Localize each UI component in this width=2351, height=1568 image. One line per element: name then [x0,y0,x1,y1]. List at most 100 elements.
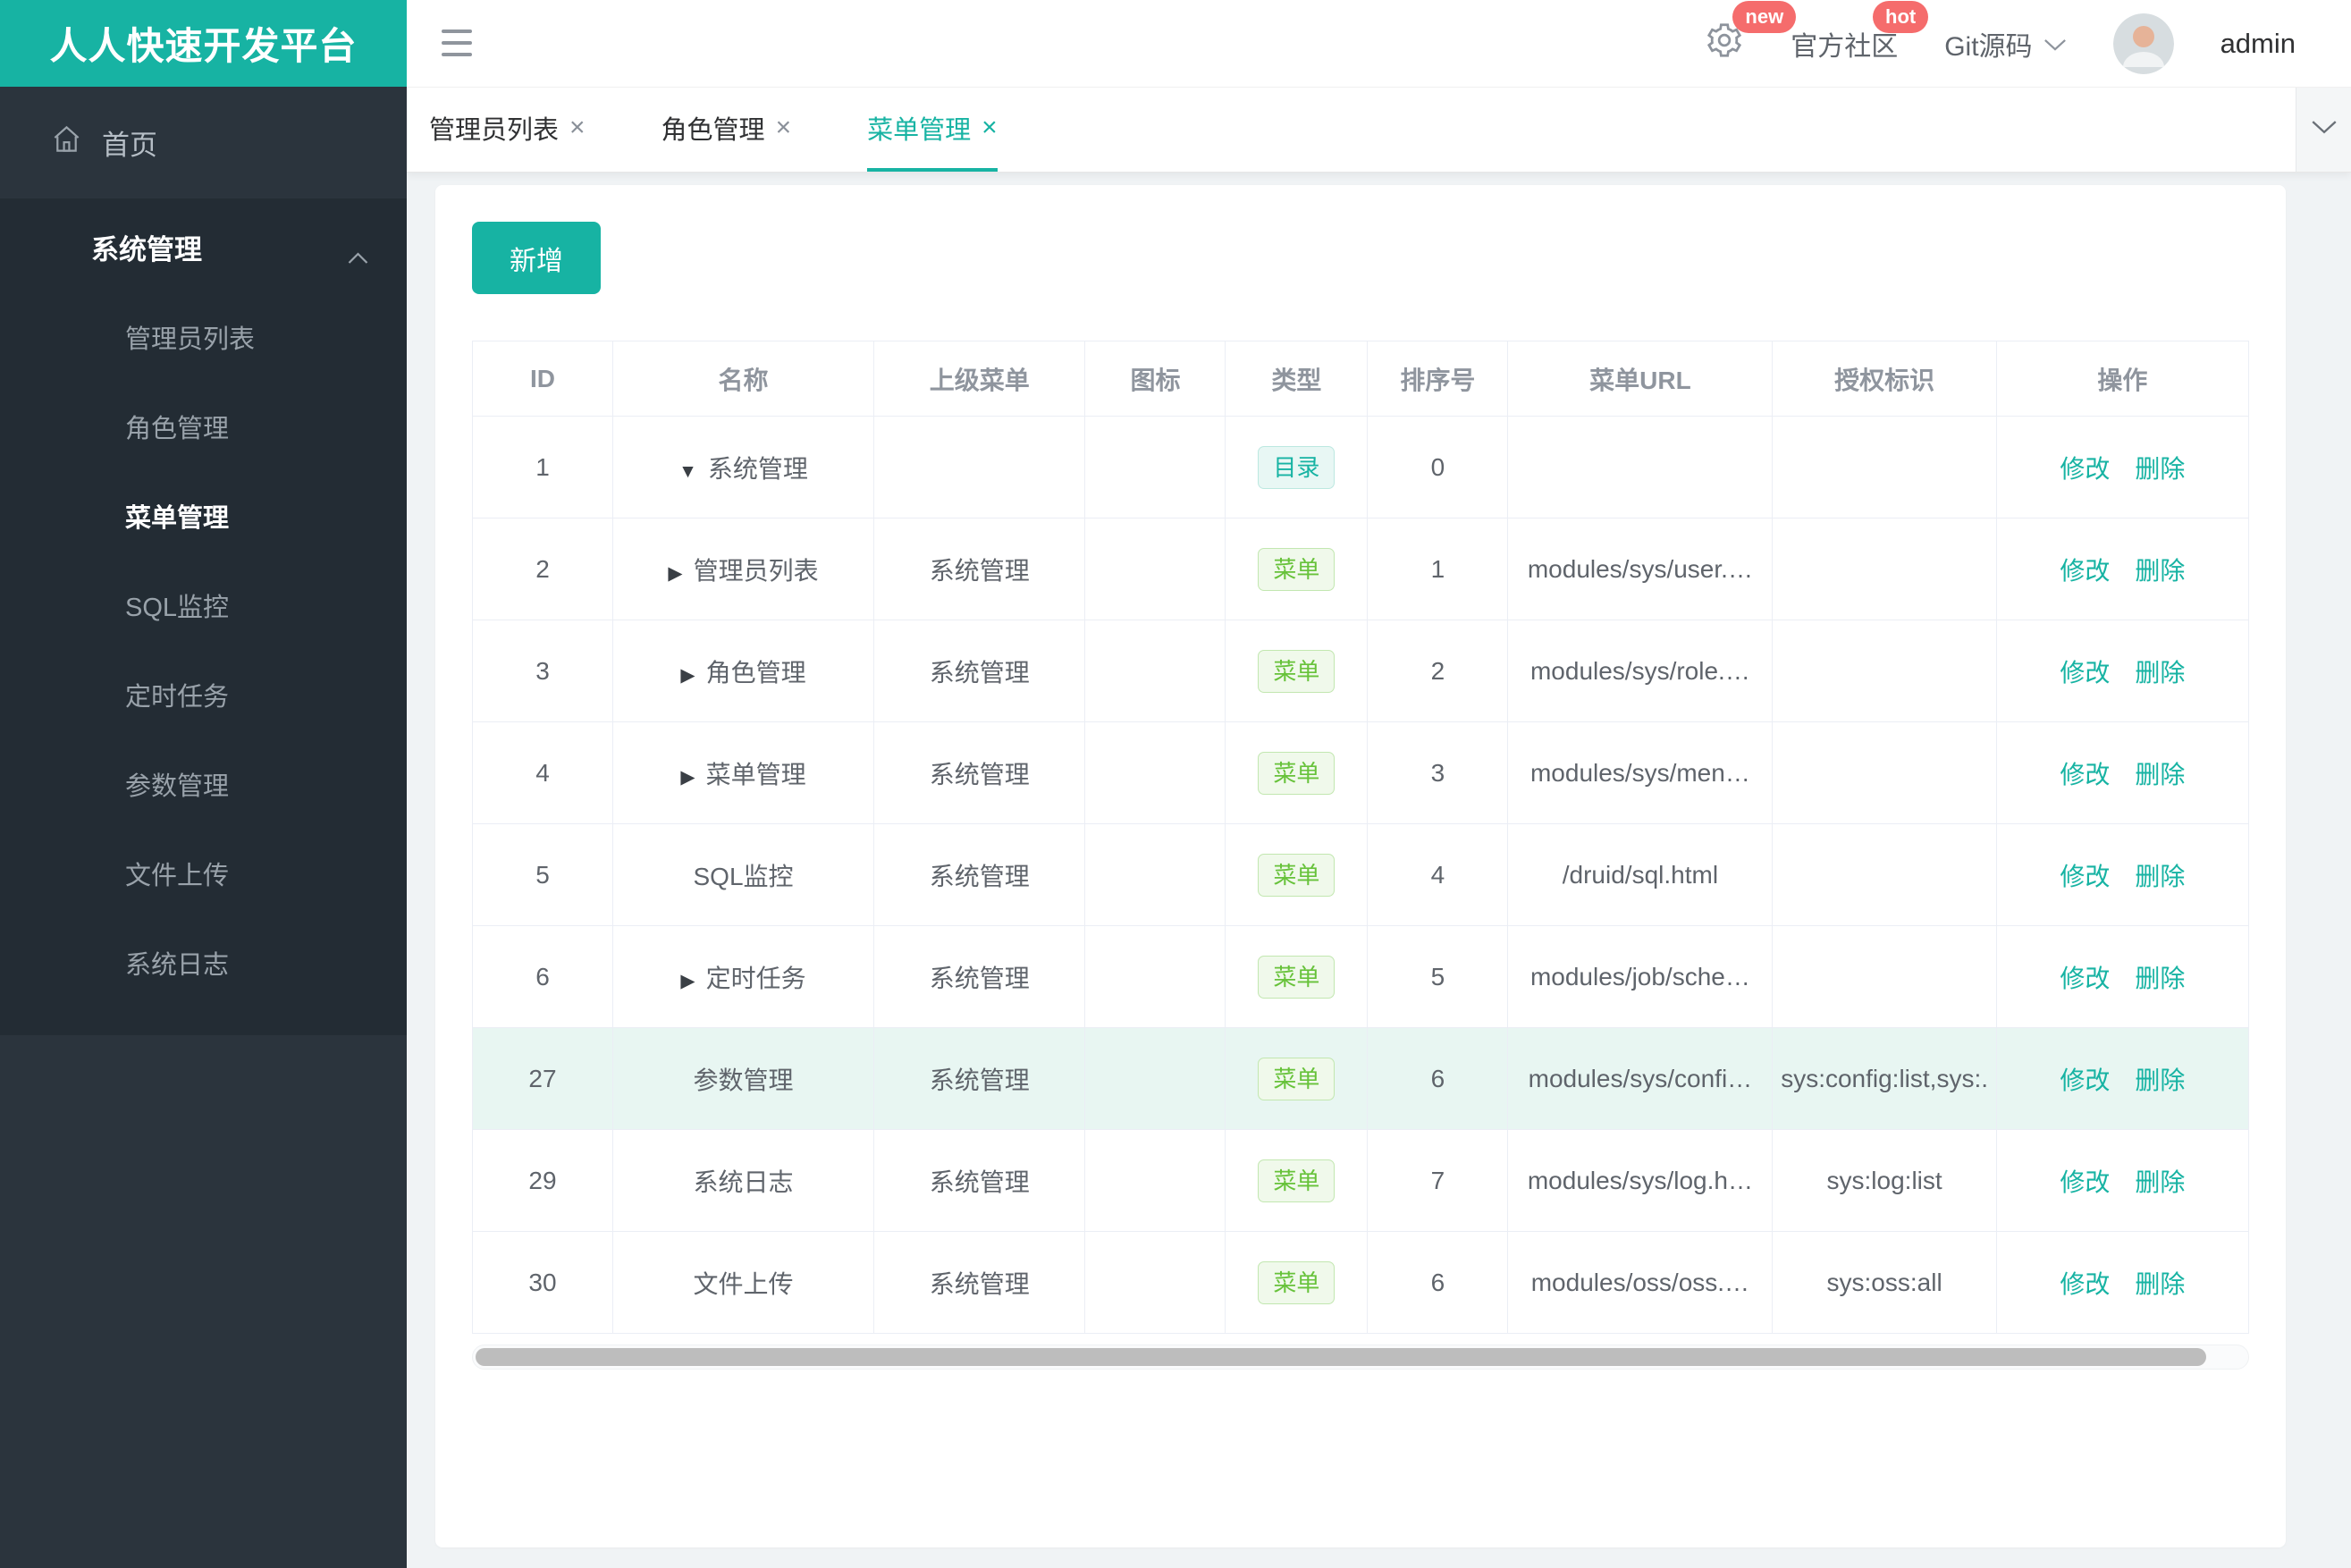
git-source-label: Git源码 [1944,31,2033,62]
type-badge: 目录 [1258,445,1336,489]
table-row: 2 ▶ 管理员列表 系统管理 菜单 1 modules/sys/user.… 修改… [472,518,2250,620]
delete-link[interactable]: 删除 [2135,557,2185,585]
tab-admin-list[interactable]: 管理员列表 × [429,88,586,172]
community-link[interactable]: 官方社区 hot [1791,0,1929,63]
horizontal-scrollbar-thumb[interactable] [476,1348,2207,1366]
sidebar-item-admin-list[interactable]: 管理员列表 [0,295,407,384]
table-row: 30 文件上传 系统管理 菜单 6 modules/oss/oss.… sys:… [472,1231,2250,1334]
page-content: 新增 ID 名称 上级菜单 图标 类型 排序号 菜单URL 授权标识 操作 1 … [407,173,2351,1568]
tab-list-dropdown-button[interactable] [2296,88,2351,172]
delete-link[interactable]: 删除 [2135,761,2185,788]
menu-name: 定时任务 [705,964,806,992]
delete-link[interactable]: 删除 [2135,455,2185,483]
sidebar-item-param-mgmt[interactable]: 参数管理 [0,742,407,831]
sidebar-item-sql-monitor[interactable]: SQL监控 [0,563,407,653]
tab-menu-mgmt[interactable]: 菜单管理 × [867,88,998,172]
username-label[interactable]: admin [2220,28,2296,60]
menu-name: 系统管理 [707,454,808,483]
sidebar-item-scheduled-jobs[interactable]: 定时任务 [0,653,407,742]
tab-label: 角色管理 [661,116,765,145]
edit-link[interactable]: 修改 [2060,659,2110,687]
type-badge: 菜单 [1258,955,1336,999]
edit-link[interactable]: 修改 [2060,761,2110,788]
delete-link[interactable]: 删除 [2135,1270,2185,1298]
sidebar-item-file-upload[interactable]: 文件上传 [0,831,407,921]
edit-link[interactable]: 修改 [2060,1270,2110,1298]
menu-name: 菜单管理 [705,760,806,788]
type-badge: 菜单 [1258,547,1336,591]
tab-role-mgmt[interactable]: 角色管理 × [661,88,792,172]
delete-link[interactable]: 删除 [2135,863,2185,890]
tree-expand-icon[interactable]: ▶ [680,665,695,686]
tab-label: 管理员列表 [429,116,560,145]
chevron-up-icon [347,240,369,272]
edit-link[interactable]: 修改 [2060,455,2110,483]
edit-link[interactable]: 修改 [2060,965,2110,992]
col-header-parent: 上级菜单 [873,341,1086,417]
edit-link[interactable]: 修改 [2060,1066,2110,1094]
sidebar-item-home[interactable]: 首页 [0,87,407,198]
tree-expand-icon[interactable]: ▶ [668,563,682,584]
settings-button[interactable]: new [1705,0,1797,67]
edit-link[interactable]: 修改 [2060,1168,2110,1196]
sidebar-toggle-icon[interactable] [442,30,472,56]
edit-link[interactable]: 修改 [2060,863,2110,890]
avatar[interactable] [2112,13,2174,74]
col-header-id: ID [472,341,613,417]
delete-link[interactable]: 删除 [2135,1066,2185,1094]
sidebar-home-label: 首页 [102,130,157,161]
delete-link[interactable]: 删除 [2135,965,2185,992]
git-source-dropdown[interactable]: Git源码 [1944,24,2066,63]
type-badge: 菜单 [1258,1057,1336,1100]
col-header-order: 排序号 [1367,341,1509,417]
tree-expand-icon[interactable]: ▶ [680,767,695,788]
horizontal-scrollbar-track[interactable] [472,1345,2249,1370]
menu-name: 系统日志 [693,1168,794,1196]
new-badge: new [1732,0,1797,33]
chevron-down-icon [2311,120,2338,139]
menu-name: 角色管理 [705,658,806,687]
sidebar-section-system: 系统管理 管理员列表 角色管理 菜单管理 SQL监控 定时任务 参数管理 文件上… [0,198,407,1035]
table-row: 1 ▼ 系统管理 目录 0 修改 删除 [472,416,2250,518]
menu-table: ID 名称 上级菜单 图标 类型 排序号 菜单URL 授权标识 操作 1 ▼ 系… [472,341,2250,1334]
col-header-perm: 授权标识 [1772,341,1997,417]
table-row: 5 SQL监控 系统管理 菜单 4 /druid/sql.html 修改 删除 [472,823,2250,926]
tree-expand-icon[interactable]: ▶ [680,971,695,991]
table-row-highlighted: 27 参数管理 系统管理 菜单 6 modules/sys/confi… sys… [472,1027,2250,1130]
tree-collapse-icon[interactable]: ▼ [678,461,697,482]
main-area: 管理员列表 × 角色管理 × 菜单管理 × 新增 ID 名称 上级菜单 图标 类… [407,87,2351,1568]
type-badge: 菜单 [1258,751,1336,795]
type-badge: 菜单 [1258,853,1336,897]
col-header-url: 菜单URL [1507,341,1774,417]
header-actions: new 官方社区 hot Git源码 admin [1705,0,2296,87]
menu-name: 文件上传 [693,1269,794,1298]
type-badge: 菜单 [1258,1159,1336,1202]
edit-link[interactable]: 修改 [2060,557,2110,585]
home-icon [51,123,82,162]
chevron-down-icon [2043,29,2067,59]
brand-logo[interactable]: 人人快速开发平台 [0,0,407,87]
col-header-name: 名称 [611,341,875,417]
col-header-type: 类型 [1225,341,1369,417]
col-header-actions: 操作 [1995,341,2250,417]
sidebar-item-menu-mgmt[interactable]: 菜单管理 [0,474,407,563]
add-button[interactable]: 新增 [472,222,601,294]
tab-label: 菜单管理 [867,116,972,145]
close-icon[interactable]: × [982,113,998,143]
menu-name: 参数管理 [693,1066,794,1094]
delete-link[interactable]: 删除 [2135,1168,2185,1196]
table-row: 4 ▶ 菜单管理 系统管理 菜单 3 modules/sys/men… 修改 删除 [472,721,2250,824]
app-window: 人人快速开发平台 new 官方社区 hot Git源码 admin 首页 系统管… [0,0,2351,1568]
tab-bar: 管理员列表 × 角色管理 × 菜单管理 × [407,87,2351,173]
sidebar-item-system-log[interactable]: 系统日志 [0,921,407,1010]
close-icon[interactable]: × [776,113,792,143]
delete-link[interactable]: 删除 [2135,659,2185,687]
type-badge: 菜单 [1258,649,1336,693]
hot-badge: hot [1873,0,1929,33]
menu-name: SQL监控 [693,862,794,890]
sidebar-section-toggle[interactable]: 系统管理 [0,198,407,295]
sidebar-item-role-mgmt[interactable]: 角色管理 [0,384,407,474]
close-icon[interactable]: × [569,113,586,143]
sidebar-section-label: 系统管理 [91,233,202,266]
col-header-icon: 图标 [1084,341,1226,417]
